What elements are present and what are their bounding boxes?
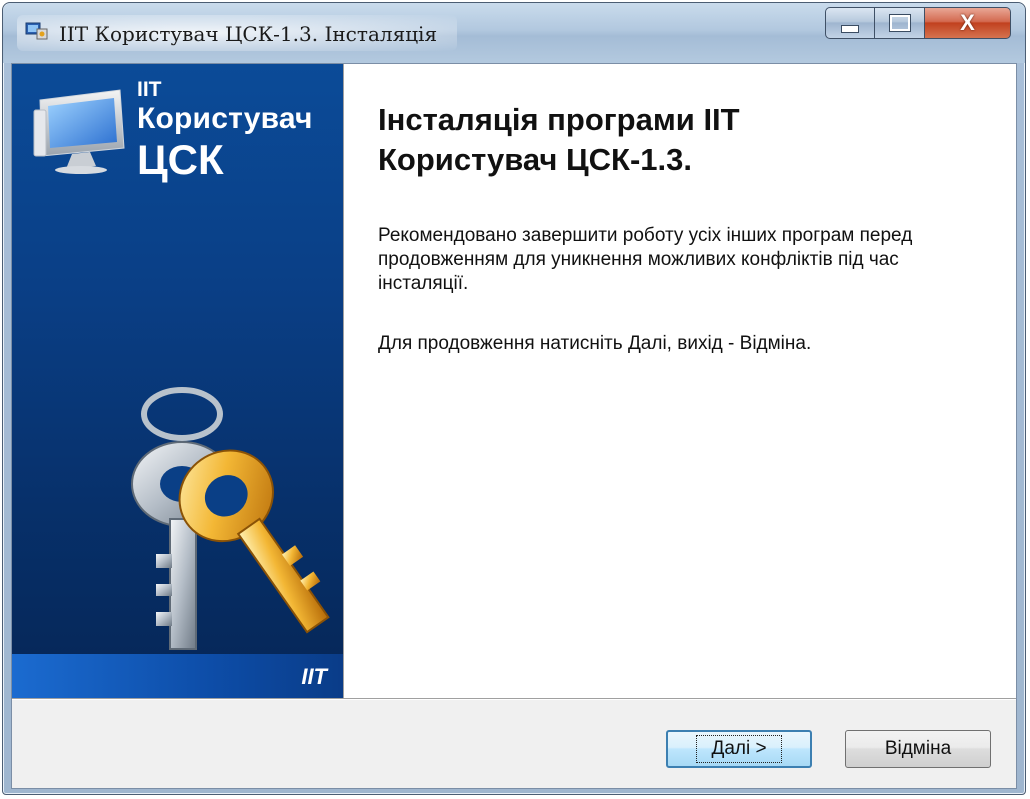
- recommendation-text: Рекомендовано завершити роботу усіх інши…: [378, 225, 913, 294]
- installer-window: ІІТ Користувач ЦСК-1.3. Інсталяція X ІІТ…: [2, 2, 1026, 795]
- minimize-icon: [841, 25, 859, 33]
- footer-separator: [12, 698, 1016, 700]
- maximize-icon: [889, 15, 910, 31]
- instruction-text: Для продовження натисніть Далі, вихід - …: [378, 333, 812, 354]
- brand-iit-small: ІІТ: [137, 78, 162, 101]
- keys-illustration-icon: [131, 387, 330, 650]
- page-title-line1: Інсталяція програми ІІТ: [378, 102, 740, 137]
- minimize-button[interactable]: [825, 7, 875, 39]
- caption-buttons: X: [825, 7, 1011, 43]
- next-button[interactable]: Далі >: [666, 730, 812, 768]
- brand-product-acronym: ЦСК: [137, 136, 224, 183]
- next-button-label: Далі >: [696, 735, 782, 763]
- wizard-content: ІІТ Користувач ЦСК IIT Інсталяція програ…: [12, 64, 1016, 698]
- title-bar[interactable]: ІІТ Користувач ЦСК-1.3. Інсталяція X: [3, 3, 1025, 63]
- page-title: Інсталяція програми ІІТ Користувач ЦСК-1…: [378, 100, 978, 180]
- wizard-sidebar-banner: ІІТ Користувач ЦСК IIT: [12, 64, 343, 698]
- close-button[interactable]: X: [925, 7, 1011, 39]
- brand-product-word: Користувач: [137, 102, 313, 135]
- next-rest: алі >: [724, 738, 767, 759]
- next-mnemonic: Д: [711, 738, 725, 759]
- page-title-line2: Користувач ЦСК-1.3.: [378, 142, 692, 177]
- sidebar-divider: [343, 64, 344, 698]
- cancel-button[interactable]: Відміна: [845, 730, 991, 768]
- app-icon[interactable]: [25, 20, 49, 42]
- window-title: ІІТ Користувач ЦСК-1.3. Інсталяція: [59, 22, 438, 46]
- close-icon: X: [960, 10, 975, 35]
- sidebar-bottom-strip: IIT: [12, 654, 343, 698]
- monitor-logo-icon: [33, 89, 125, 174]
- client-area: ІІТ Користувач ЦСК IIT Інсталяція програ…: [11, 63, 1017, 789]
- maximize-button[interactable]: [875, 7, 925, 39]
- brand-iit-bottom: IIT: [301, 664, 327, 689]
